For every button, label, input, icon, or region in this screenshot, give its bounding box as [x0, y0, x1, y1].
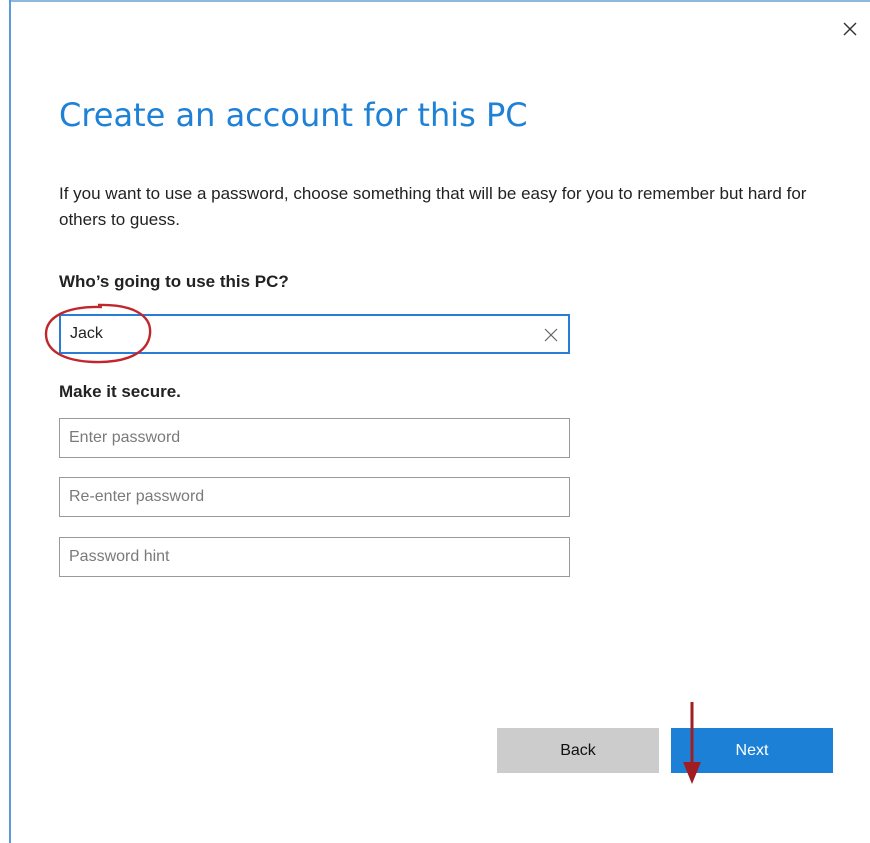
password-input[interactable] — [60, 419, 569, 457]
window-left-border — [9, 0, 11, 843]
page-title: Create an account for this PC — [59, 96, 528, 134]
close-button[interactable] — [832, 12, 868, 46]
password-hint-input[interactable] — [60, 538, 569, 576]
arrow-annotation — [683, 702, 701, 784]
clear-input-button[interactable] — [540, 324, 562, 346]
back-button[interactable]: Back — [497, 728, 659, 773]
window-top-border — [9, 0, 870, 2]
password-field — [59, 418, 570, 458]
account-dialog: Create an account for this PC If you wan… — [0, 0, 870, 843]
close-icon — [843, 22, 857, 36]
reenter-password-input[interactable] — [60, 478, 569, 516]
intro-text: If you want to use a password, choose so… — [59, 184, 807, 229]
clear-icon — [544, 328, 558, 342]
reenter-password-field — [59, 477, 570, 517]
user-name-label: Who’s going to use this PC? — [59, 272, 289, 291]
security-label: Make it secure. — [59, 382, 181, 401]
password-hint-field — [59, 537, 570, 577]
highlight-circle-annotation — [44, 303, 152, 364]
